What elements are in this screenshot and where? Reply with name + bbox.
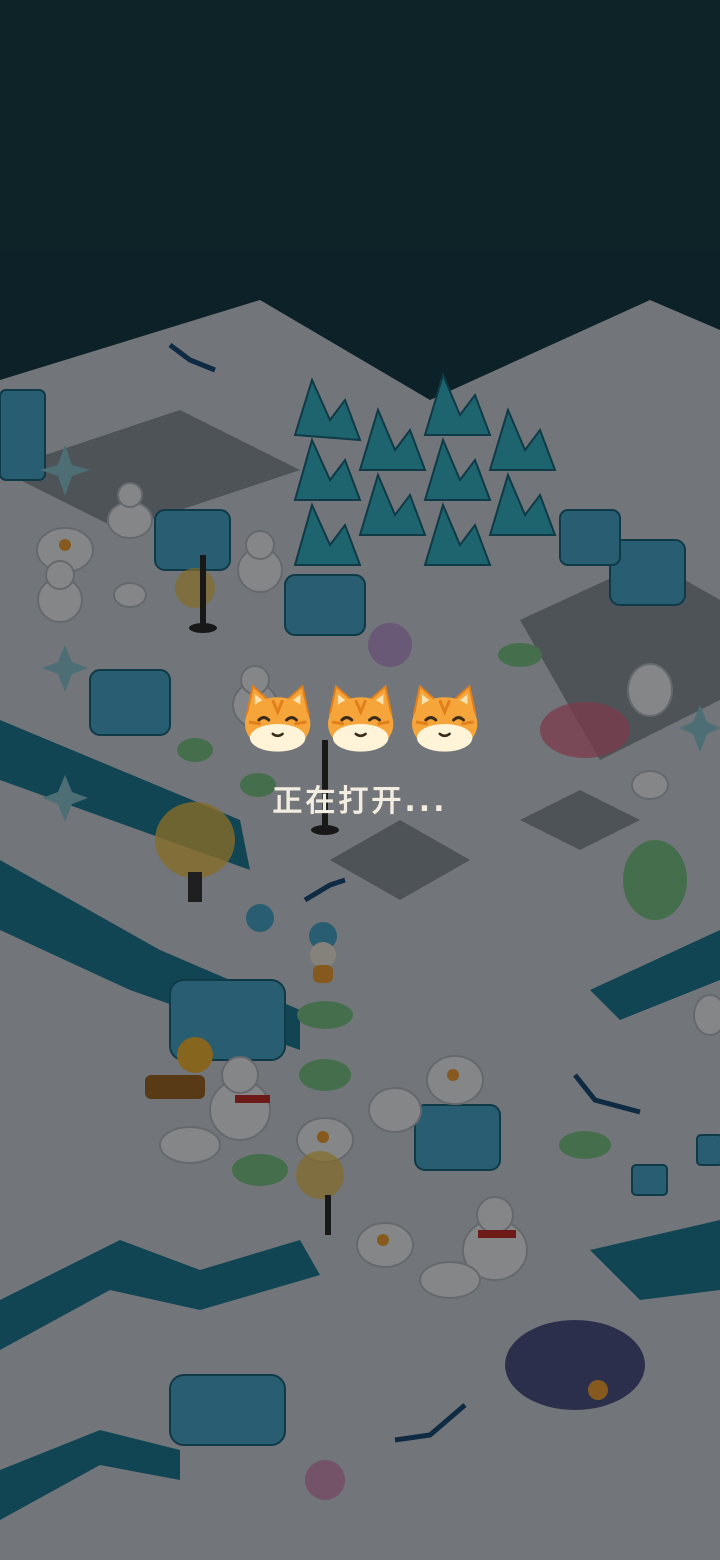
cat-face-icon bbox=[411, 684, 478, 752]
loading-indicator: 正在打开... bbox=[0, 682, 720, 822]
cat-face-icon bbox=[328, 684, 394, 752]
loading-cats bbox=[243, 684, 479, 754]
loading-text: 正在打开... bbox=[272, 784, 448, 819]
cat-face-icon bbox=[244, 684, 311, 752]
